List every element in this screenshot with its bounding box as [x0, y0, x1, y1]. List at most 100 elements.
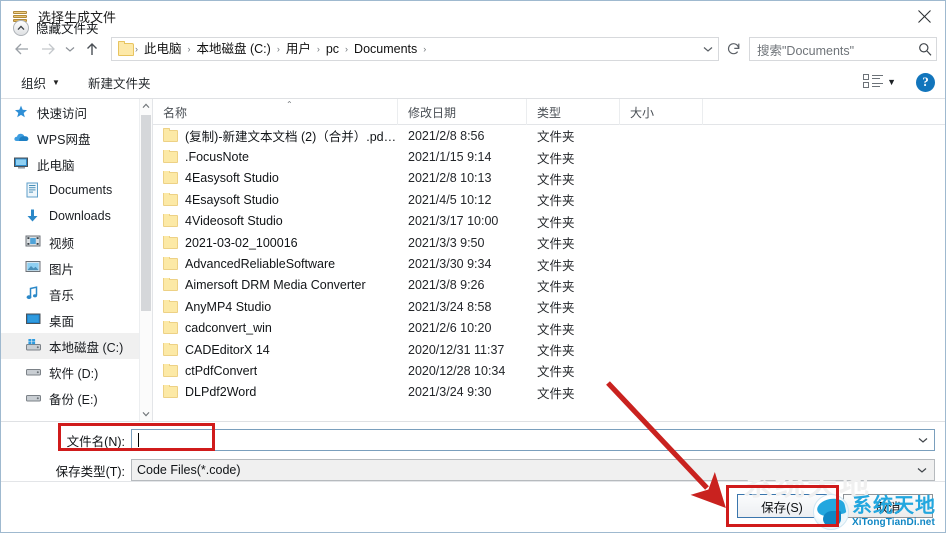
sidebar-item-music[interactable]: 音乐	[1, 281, 152, 307]
folder-icon	[118, 40, 134, 56]
table-row[interactable]: (复制)-新建文本文档 (2)（合并）.pdf-2... 2021/2/8 8:5…	[153, 125, 945, 146]
folder-icon	[163, 235, 178, 249]
search-input[interactable]: 搜索"Documents"	[749, 37, 937, 61]
table-row[interactable]: Aimersoft DRM Media Converter 2021/3/8 9:…	[153, 275, 945, 296]
column-header-date[interactable]: 修改日期	[398, 99, 527, 125]
table-row[interactable]: AdvancedReliableSoftware 2021/3/30 9:34 文件…	[153, 253, 945, 274]
breadcrumb-item-4[interactable]: Documents	[349, 38, 422, 60]
sidebar-item-desktop[interactable]: 桌面	[1, 307, 152, 333]
file-type-cell: 文件夹	[537, 130, 575, 145]
breadcrumb-dropdown-button[interactable]	[698, 38, 718, 60]
drive-icon	[25, 390, 42, 406]
table-row[interactable]: DLPdf2Word 2021/3/24 9:30 文件夹	[153, 382, 945, 403]
toolbar: 组织 ▼ 新建文件夹 ▼ ?	[1, 66, 945, 99]
breadcrumb-item-1[interactable]: 本地磁盘 (C:)	[192, 38, 276, 60]
filename-input[interactable]	[131, 429, 935, 451]
help-button[interactable]: ?	[916, 72, 935, 92]
table-row[interactable]: 4Easysoft Studio 2021/2/8 10:13 文件夹	[153, 168, 945, 189]
sidebar-item-label: 软件 (D:)	[49, 366, 99, 381]
chevron-down-icon	[142, 411, 150, 417]
sidebar-scrollbar[interactable]	[139, 99, 152, 421]
sidebar-item-label: Documents	[49, 183, 113, 197]
file-date-cell: 2020/12/28 10:34	[408, 363, 506, 378]
sidebar-item-label: 音乐	[49, 288, 75, 303]
file-name-label: AdvancedReliableSoftware	[185, 257, 336, 272]
file-date-cell: 2021/3/3 9:50	[408, 235, 485, 250]
file-name-label: 2021-03-02_100016	[185, 235, 298, 250]
music-icon	[25, 286, 42, 302]
filetype-select[interactable]: Code Files(*.code)	[131, 459, 935, 481]
table-row[interactable]: AnyMP4 Studio 2021/3/24 8:58 文件夹	[153, 296, 945, 317]
forward-button[interactable]	[35, 36, 61, 62]
desktop-icon	[25, 312, 42, 328]
refresh-icon	[727, 43, 740, 55]
column-header-type[interactable]: 类型	[527, 99, 620, 125]
breadcrumb-item-3[interactable]: pc	[321, 38, 344, 60]
view-options-chevron-down-icon[interactable]: ▼	[887, 77, 896, 87]
hide-folders-toggle[interactable]: 隐藏文件夹	[13, 18, 99, 37]
column-label: 修改日期	[408, 105, 457, 120]
table-row[interactable]: 2021-03-02_100016 2021/3/3 9:50 文件夹	[153, 232, 945, 253]
filetype-row: 保存类型(T): Code Files(*.code)	[1, 457, 945, 483]
scroll-up-button[interactable]	[140, 99, 152, 113]
sidebar-item-drive-d[interactable]: 软件 (D:)	[1, 359, 152, 385]
sidebar-item-label: 图片	[49, 262, 75, 277]
save-label: 保存(S)	[761, 500, 803, 515]
arrow-right-icon	[42, 43, 55, 55]
folder-icon	[163, 299, 178, 313]
breadcrumb[interactable]: › 此电脑 › 本地磁盘 (C:) › 用户 › pc › Documents …	[111, 37, 719, 61]
table-row[interactable]: cadconvert_win 2021/2/6 10:20 文件夹	[153, 318, 945, 339]
organize-button[interactable]: 组织 ▼	[15, 70, 66, 94]
file-name-cell: AdvancedReliableSoftware	[153, 257, 398, 271]
column-label: 类型	[537, 105, 562, 120]
table-row[interactable]: ctPdfConvert 2020/12/28 10:34 文件夹	[153, 360, 945, 381]
file-date-cell: 2021/2/8 10:13	[408, 171, 492, 186]
close-button[interactable]	[901, 1, 945, 32]
table-row[interactable]: 4Videosoft Studio 2021/3/17 10:00 文件夹	[153, 211, 945, 232]
documents-icon	[25, 182, 42, 198]
back-button[interactable]	[9, 36, 35, 62]
column-headers: 名称 ⌃ 修改日期 类型 大小	[153, 99, 945, 125]
drive-icon	[25, 364, 42, 380]
folder-icon	[163, 171, 178, 185]
table-row[interactable]: CADEditorX 14 2020/12/31 11:37 文件夹	[153, 339, 945, 360]
folder-icon	[163, 321, 178, 335]
file-name-cell: cadconvert_win	[153, 321, 398, 335]
recent-locations-button[interactable]	[61, 36, 79, 62]
breadcrumb-item-0[interactable]: 此电脑	[139, 38, 187, 60]
file-name-cell: 4Esaysoft Studio	[153, 192, 398, 207]
save-button[interactable]: 保存(S)	[737, 494, 827, 518]
breadcrumb-item-2[interactable]: 用户	[281, 38, 316, 60]
file-name-label: 4Easysoft Studio	[185, 171, 279, 186]
new-folder-label: 新建文件夹	[87, 76, 151, 91]
file-type-cell: 文件夹	[537, 258, 575, 273]
search-icon	[914, 42, 936, 56]
sidebar-item-local-disk-c[interactable]: 本地磁盘 (C:)	[1, 333, 152, 359]
scrollbar-thumb[interactable]	[141, 115, 151, 311]
cancel-button[interactable]: 取消	[843, 494, 933, 518]
arrow-up-icon	[87, 42, 97, 55]
column-header-name[interactable]: 名称 ⌃	[153, 99, 398, 125]
file-name-label: DLPdf2Word	[185, 385, 257, 400]
sidebar-item-quick-access[interactable]: 快速访问	[1, 99, 152, 125]
refresh-button[interactable]	[723, 37, 745, 61]
filename-dropdown-button[interactable]	[912, 437, 934, 444]
new-folder-button[interactable]: 新建文件夹	[82, 70, 157, 94]
up-button[interactable]	[79, 36, 105, 62]
sidebar-item-videos[interactable]: 视频	[1, 229, 152, 255]
sidebar-item-this-pc[interactable]: 此电脑	[1, 151, 152, 177]
file-name-label: CADEditorX 14	[185, 342, 270, 357]
sidebar-item-documents[interactable]: Documents	[1, 177, 152, 203]
file-type-cell: 文件夹	[537, 301, 575, 316]
column-header-size[interactable]: 大小	[620, 99, 703, 125]
scroll-down-button[interactable]	[140, 407, 152, 421]
table-row[interactable]: .FocusNote 2021/1/15 9:14 文件夹	[153, 146, 945, 167]
table-row[interactable]: 4Esaysoft Studio 2021/4/5 10:12 文件夹	[153, 189, 945, 210]
sidebar-item-pictures[interactable]: 图片	[1, 255, 152, 281]
sidebar-item-wps-cloud[interactable]: WPS网盘	[1, 125, 152, 151]
filename-row: 文件名(N):	[1, 427, 945, 453]
sidebar-item-downloads[interactable]: Downloads	[1, 203, 152, 229]
sidebar-item-drive-e[interactable]: 备份 (E:)	[1, 385, 152, 411]
list-view-icon[interactable]	[863, 73, 884, 91]
filetype-dropdown-button[interactable]	[910, 467, 934, 474]
